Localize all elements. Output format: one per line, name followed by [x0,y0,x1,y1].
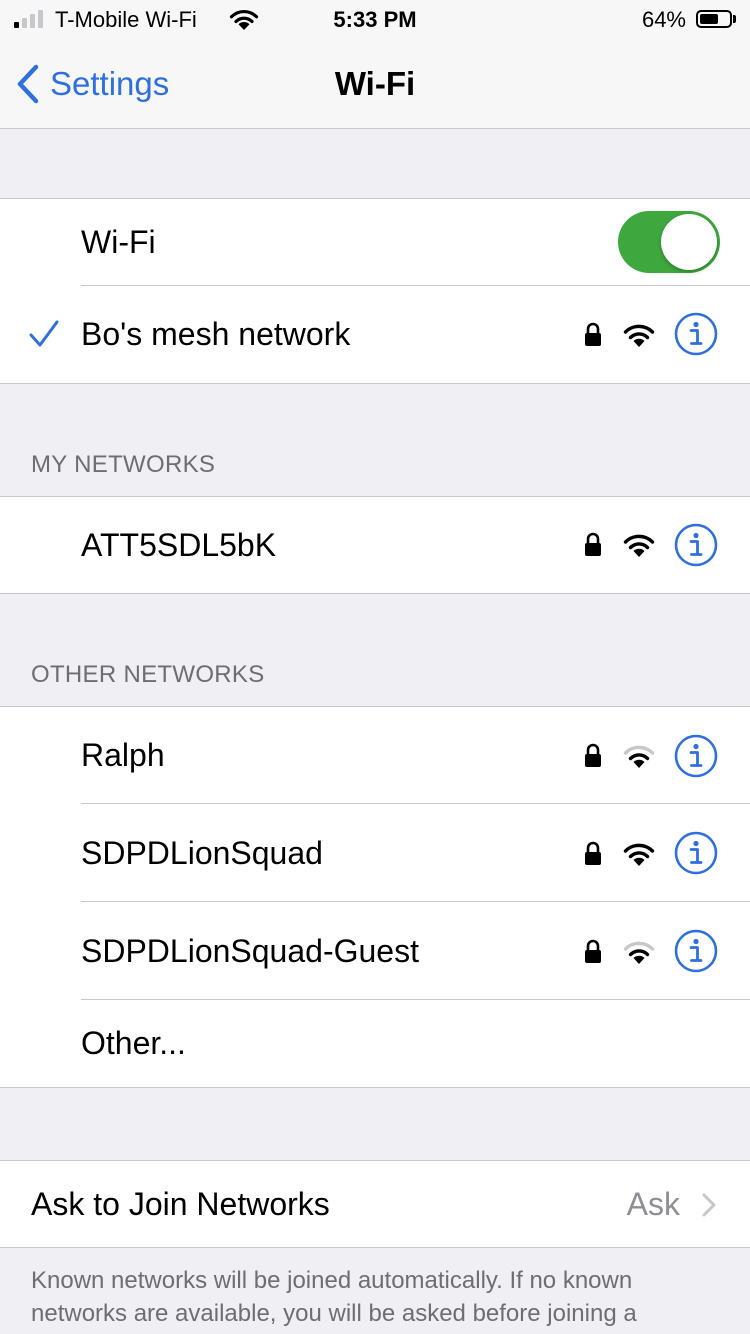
network-row[interactable]: SDPDLionSquad-Guest [0,902,750,1000]
ask-to-join-label: Ask to Join Networks [31,1185,330,1222]
my-networks-header: MY NETWORKS [31,451,216,478]
info-icon[interactable] [674,523,718,567]
wifi-signal-icon [623,324,655,347]
battery-cap [733,15,736,23]
network-name: Bo's mesh network [81,316,351,352]
navigation-bar: Settings Wi-Fi [0,40,750,129]
network-name: Ralph [81,737,165,773]
info-icon[interactable] [674,312,718,356]
network-name: SDPDLionSquad [81,834,323,871]
ask-to-join-value: Ask [626,1186,680,1222]
lock-icon [585,841,601,865]
network-row[interactable]: ATT5SDL5bK [0,497,750,593]
info-icon[interactable] [674,734,718,778]
other-network-label: Other... [81,1025,186,1061]
wifi-signal-icon [623,534,655,557]
toggle-knob [661,214,717,270]
checkmark-icon [29,320,59,347]
ask-to-join-group: Ask to Join Networks Ask [0,1160,750,1248]
network-row[interactable]: SDPDLionSquad [0,804,750,902]
status-bar: T-Mobile Wi-Fi 5:33 PM 64% [0,0,750,40]
other-networks-header: OTHER NETWORKS [31,661,265,688]
chevron-left-icon [17,64,39,104]
battery-icon [696,10,732,28]
lock-icon [585,532,601,556]
other-networks-group: Ralph SDPDLionSquad SDPDLionSquad-Guest … [0,706,750,1088]
network-row[interactable]: Ralph [0,707,750,804]
my-networks-group: ATT5SDL5bK [0,496,750,594]
back-button-label: Settings [50,65,170,102]
wifi-signal-weak-icon [623,745,655,768]
wifi-toggle-label: Wi-Fi [81,224,156,260]
wifi-signal-weak-icon [623,941,655,964]
wifi-signal-icon [623,843,655,866]
info-icon[interactable] [674,929,718,973]
network-name: SDPDLionSquad-Guest [81,932,419,969]
chevron-right-icon [702,1193,716,1217]
wifi-toggle-group: Wi-Fi Bo's mesh network [0,198,750,384]
network-name: ATT5SDL5bK [81,526,277,563]
connected-network-row[interactable]: Bo's mesh network [0,286,750,383]
clock: 5:33 PM [333,7,417,32]
ask-to-join-row[interactable]: Ask to Join Networks Ask [0,1161,750,1247]
lock-icon [585,939,601,963]
info-icon[interactable] [674,831,718,875]
battery-level-fill [700,14,718,24]
ask-to-join-footer: Known networks will be joined automatica… [31,1267,637,1327]
wifi-toggle-row: Wi-Fi [0,199,750,286]
wifi-toggle-switch[interactable] [618,211,720,273]
battery-percentage: 64% [641,7,686,32]
other-network-row[interactable]: Other... [0,1000,750,1087]
lock-icon [585,322,601,346]
lock-icon [585,743,601,767]
back-button[interactable]: Settings [16,60,169,108]
